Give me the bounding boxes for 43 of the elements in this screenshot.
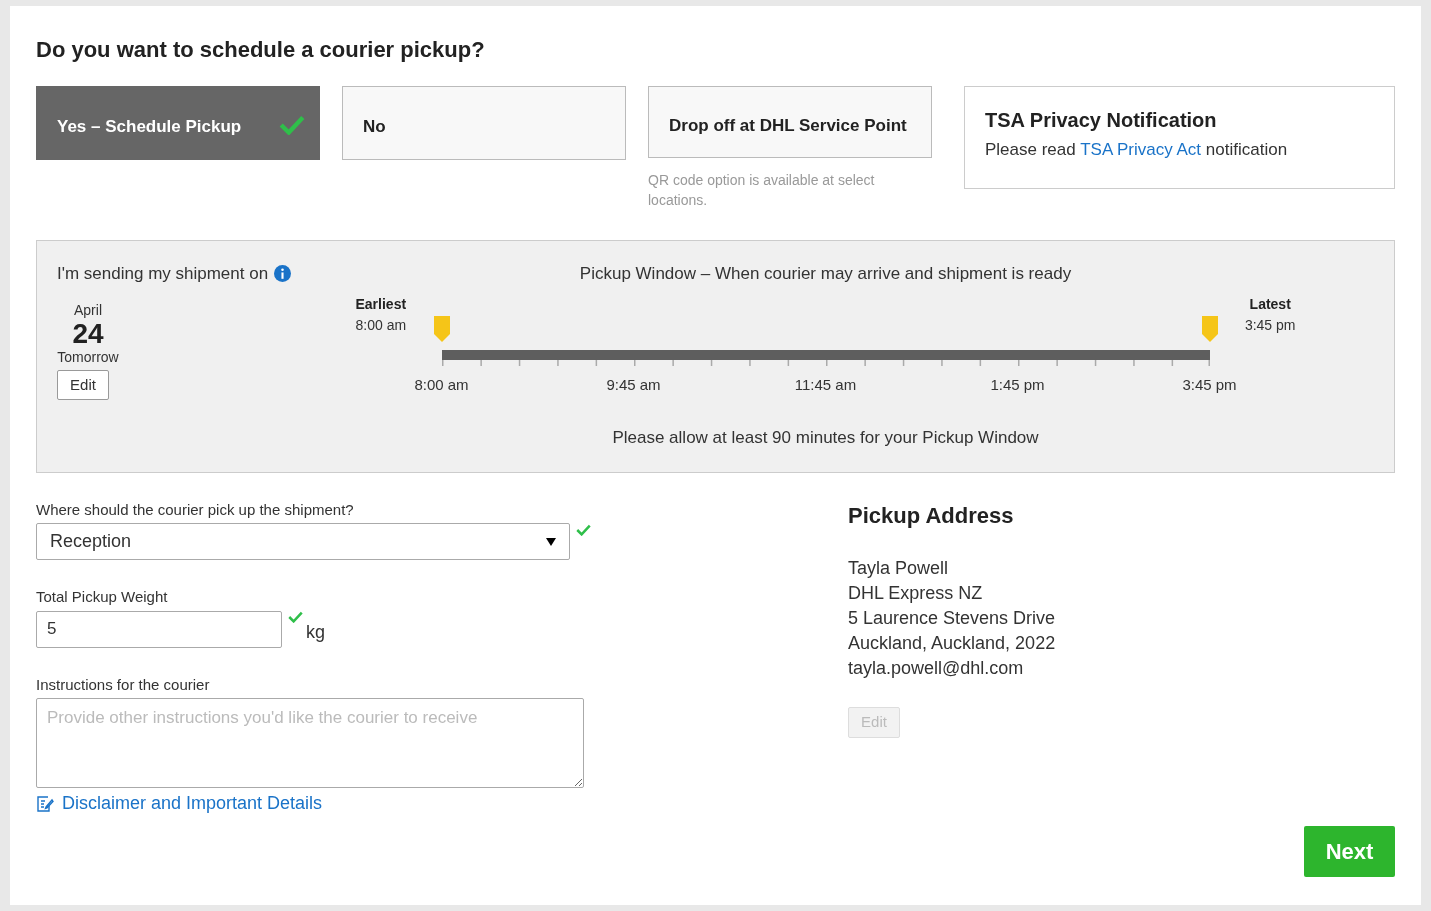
option-button[interactable]: No xyxy=(342,85,626,160)
slider-handle[interactable] xyxy=(1201,316,1218,342)
option-button[interactable]: Yes – Schedule Pickup xyxy=(36,85,320,160)
option-note: QR code option is available at select locations. xyxy=(648,170,876,210)
weight-field[interactable]: 5 xyxy=(36,610,282,648)
field-label: Total Pickup Weight xyxy=(36,587,169,607)
tick-label: 9:45 am xyxy=(605,375,662,395)
instructions-field[interactable]: Provide other instructions you'd like the courier to receive xyxy=(36,698,584,788)
date-day: 24 xyxy=(72,321,104,347)
pickup-address-title: Pickup Address xyxy=(848,501,1015,530)
address-line: 5 Laurence Stevens Drive xyxy=(848,606,1057,630)
tsa-text: Please read TSA Privacy Act notification xyxy=(985,138,1289,161)
edit-note-icon xyxy=(36,794,54,813)
address-line: tayla.powell@dhl.com xyxy=(848,656,1025,680)
weight-unit: kg xyxy=(306,620,325,644)
address-line: DHL Express NZ xyxy=(848,581,984,605)
handle-time: 8:00 am xyxy=(355,316,407,335)
tick-label: 3:45 pm xyxy=(1181,375,1238,395)
tsa-link[interactable]: TSA Privacy Act xyxy=(1080,139,1202,159)
handle-label: Earliest xyxy=(355,295,407,314)
date-edit-button[interactable]: Edit xyxy=(57,370,109,400)
tick-label: 11:45 am xyxy=(793,375,858,395)
handle-time: 3:45 pm xyxy=(1244,316,1296,335)
location-select[interactable]: Reception xyxy=(36,523,570,560)
date-relative: Tomorrow xyxy=(57,348,119,367)
ship-date-label: I'm sending my shipment on xyxy=(57,262,269,285)
tick-label: 8:00 am xyxy=(413,375,470,395)
pickup-window-title: Pickup Window – When courier may arrive and shipment is ready xyxy=(579,262,1072,285)
pickup-window-note: Please allow at least 90 minutes for your Pickup Window xyxy=(612,426,1039,449)
address-line: Auckland, Auckland, 2022 xyxy=(848,631,1057,655)
tick-label: 1:45 pm xyxy=(989,375,1046,395)
tsa-title: TSA Privacy Notification xyxy=(985,107,1218,133)
slider-handle[interactable] xyxy=(433,316,450,342)
handle-label: Latest xyxy=(1249,295,1291,314)
field-label: Where should the courier pick up the shipment? xyxy=(36,499,355,520)
check-icon xyxy=(279,114,305,135)
page-heading: Do you want to schedule a courier pickup? xyxy=(36,36,486,64)
disclaimer-link[interactable]: Disclaimer and Important Details xyxy=(62,790,323,817)
address-line: Tayla Powell xyxy=(848,556,950,580)
date-month: April xyxy=(74,301,102,320)
field-label: Instructions for the courier xyxy=(36,674,211,695)
option-button[interactable]: Drop off at DHL Service Point xyxy=(648,85,932,158)
info-icon xyxy=(274,264,292,282)
